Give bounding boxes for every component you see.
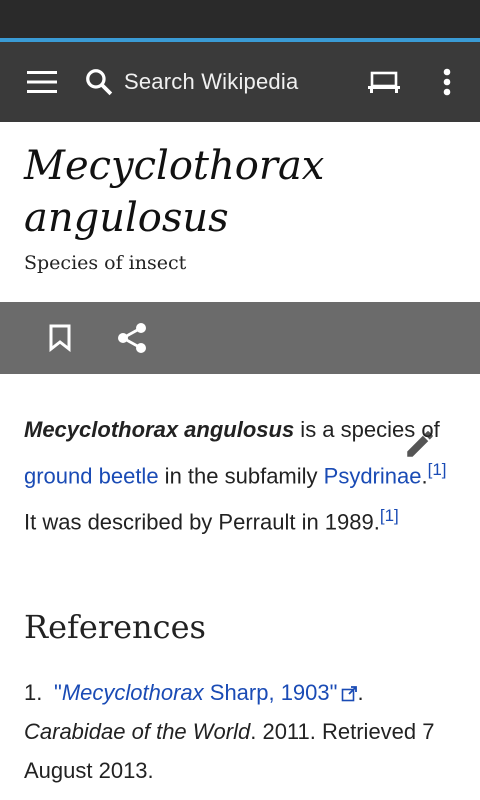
search-placeholder: Search Wikipedia bbox=[124, 69, 299, 94]
quote-mark: " bbox=[329, 680, 338, 705]
share-button[interactable] bbox=[114, 320, 150, 356]
menu-button[interactable] bbox=[20, 62, 64, 102]
overflow-icon bbox=[443, 68, 451, 96]
link-ground-beetle[interactable]: ground beetle bbox=[24, 463, 159, 488]
page-header: Mecyclothorax angulosus Species of insec… bbox=[24, 140, 464, 274]
toolbar: Search Wikipedia bbox=[0, 42, 480, 122]
article-text: in the subfamily bbox=[158, 463, 324, 489]
article-subject: Mecyclothorax angulosus bbox=[24, 417, 295, 442]
tabs-icon bbox=[368, 71, 400, 93]
save-page-button[interactable] bbox=[44, 320, 76, 356]
references-heading: References bbox=[24, 608, 206, 646]
citation-link[interactable]: [1] bbox=[428, 460, 447, 479]
page-action-bar bbox=[0, 302, 480, 374]
quote-mark: " bbox=[54, 680, 62, 705]
article-text: It was described by Perrault in 1989. bbox=[24, 509, 380, 535]
reference-work: Carabidae of the World bbox=[24, 719, 251, 744]
reference-external-link[interactable]: "Mecyclothorax Sharp, 1903" bbox=[54, 680, 358, 705]
bookmark-icon bbox=[49, 324, 71, 352]
article-body: Mecyclothorax angulosus is a species of … bbox=[24, 410, 464, 542]
reference-genus: Mecyclothorax bbox=[61, 680, 204, 705]
overflow-menu-button[interactable] bbox=[430, 60, 464, 104]
references-list: 1. "Mecyclothorax Sharp, 1903". Carabidae… bbox=[24, 673, 464, 790]
link-psydrinae[interactable]: Psydrinae bbox=[324, 463, 422, 488]
share-icon bbox=[118, 323, 146, 353]
article-text: is a species of bbox=[294, 417, 440, 442]
search-icon bbox=[86, 69, 113, 96]
page-title-line2: angulosus bbox=[24, 195, 229, 241]
page-title: Mecyclothorax angulosus bbox=[24, 140, 464, 244]
external-link-icon bbox=[342, 686, 358, 702]
reference-item: 1. "Mecyclothorax Sharp, 1903". Carabidae… bbox=[24, 673, 464, 790]
page-description: Species of insect bbox=[24, 252, 187, 274]
status-bar bbox=[0, 0, 480, 38]
reference-number: 1. bbox=[24, 680, 43, 705]
page-title-line1: Mecyclothorax bbox=[24, 143, 325, 189]
reference-title: Sharp, 1903 bbox=[203, 680, 330, 705]
citation-link[interactable]: [1] bbox=[380, 506, 399, 525]
reference-text: . bbox=[357, 680, 364, 705]
search-bar[interactable]: Search Wikipedia bbox=[84, 58, 344, 106]
tabs-button[interactable] bbox=[362, 60, 406, 104]
menu-icon bbox=[27, 71, 57, 93]
